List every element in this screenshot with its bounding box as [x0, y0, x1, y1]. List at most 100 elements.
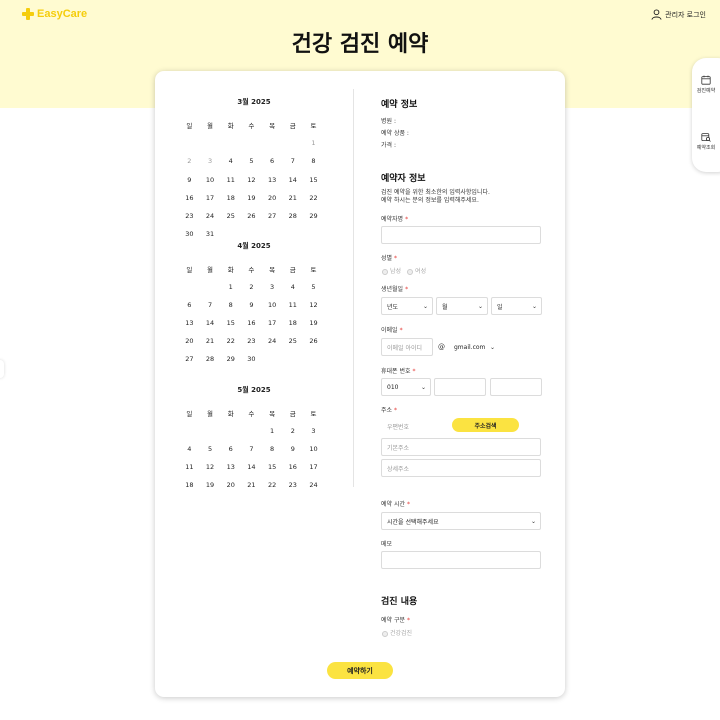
calendar-day[interactable]: 3 [303, 427, 324, 435]
calendar-day[interactable]: 22 [303, 194, 324, 202]
calendar-day[interactable]: 21 [241, 481, 262, 489]
calendar-day[interactable]: 23 [241, 337, 262, 345]
calendar-day[interactable]: 23 [179, 212, 200, 220]
calendar-day[interactable] [200, 283, 221, 291]
memo-input[interactable] [381, 551, 541, 569]
calendar-day[interactable]: 14 [282, 176, 303, 184]
calendar-day[interactable] [282, 139, 303, 147]
calendar-day[interactable] [200, 427, 221, 435]
calendar-day[interactable] [179, 427, 200, 435]
calendar-day[interactable]: 13 [262, 176, 283, 184]
calendar-day[interactable]: 12 [303, 301, 324, 309]
calendar-day[interactable]: 12 [200, 463, 221, 471]
calendar-day[interactable]: 14 [200, 319, 221, 327]
calendar-day[interactable]: 28 [200, 355, 221, 363]
calendar-day[interactable]: 18 [179, 481, 200, 489]
calendar-day[interactable]: 15 [220, 319, 241, 327]
detail-address-input[interactable]: 상세주소 [381, 459, 541, 477]
calendar-day[interactable]: 20 [179, 337, 200, 345]
email-domain-select[interactable]: gmail.com ⌄ [448, 338, 500, 356]
calendar-day[interactable] [303, 230, 324, 238]
phone-prefix-select[interactable]: 010 ⌄ [381, 378, 431, 396]
calendar-day[interactable]: 11 [179, 463, 200, 471]
calendar-day[interactable]: 15 [303, 176, 324, 184]
calendar-day[interactable]: 9 [241, 301, 262, 309]
calendar-day[interactable]: 13 [220, 463, 241, 471]
calendar-day[interactable]: 19 [303, 319, 324, 327]
phone-middle-input[interactable] [434, 378, 486, 396]
side-item-inquiry[interactable]: 예약조회 [692, 132, 720, 151]
calendar-day[interactable]: 20 [262, 194, 283, 202]
calendar-day[interactable]: 16 [179, 194, 200, 202]
calendar-day[interactable] [179, 139, 200, 147]
calendar-day[interactable]: 16 [282, 463, 303, 471]
calendar-day[interactable]: 25 [220, 212, 241, 220]
time-select[interactable]: 시간을 선택해주세요 ⌄ [381, 512, 541, 530]
calendar-day[interactable]: 17 [262, 319, 283, 327]
calendar-day[interactable]: 24 [262, 337, 283, 345]
base-address-input[interactable]: 기본주소 [381, 438, 541, 456]
calendar-day[interactable]: 10 [200, 176, 221, 184]
calendar-day[interactable]: 15 [262, 463, 283, 471]
logo[interactable]: EasyCare [22, 8, 87, 20]
calendar-day[interactable] [262, 230, 283, 238]
zipcode-input[interactable]: 우편번호 [381, 417, 449, 435]
calendar-day[interactable]: 26 [241, 212, 262, 220]
calendar-day[interactable]: 24 [303, 481, 324, 489]
calendar-day[interactable]: 8 [262, 445, 283, 453]
calendar-day[interactable] [262, 355, 283, 363]
birth-month-select[interactable]: 월 ⌄ [436, 297, 488, 315]
calendar-day[interactable]: 23 [282, 481, 303, 489]
calendar-day[interactable]: 12 [241, 176, 262, 184]
calendar-day[interactable]: 14 [241, 463, 262, 471]
calendar-day[interactable] [262, 139, 283, 147]
calendar-day[interactable] [220, 427, 241, 435]
calendar-day[interactable]: 21 [200, 337, 221, 345]
checkup-type-option[interactable]: 건강검진 [382, 628, 412, 637]
address-search-button[interactable]: 주소검색 [452, 418, 519, 432]
submit-reservation-button[interactable]: 예약하기 [327, 662, 393, 679]
calendar-day[interactable]: 19 [200, 481, 221, 489]
calendar-day[interactable]: 29 [220, 355, 241, 363]
calendar-day[interactable]: 18 [282, 319, 303, 327]
admin-login-link[interactable]: 관리자 로그인 [651, 9, 706, 20]
calendar-day[interactable]: 25 [282, 337, 303, 345]
calendar-day[interactable] [220, 139, 241, 147]
calendar-day[interactable]: 7 [200, 301, 221, 309]
calendar-day[interactable]: 8 [303, 157, 324, 165]
calendar-day[interactable]: 4 [179, 445, 200, 453]
calendar-day[interactable]: 1 [220, 283, 241, 291]
calendar-day[interactable]: 5 [303, 283, 324, 291]
calendar-day[interactable]: 10 [303, 445, 324, 453]
birth-year-select[interactable]: 년도 ⌄ [381, 297, 433, 315]
calendar-day[interactable]: 4 [220, 157, 241, 165]
calendar-day[interactable]: 17 [200, 194, 221, 202]
calendar-day[interactable]: 2 [282, 427, 303, 435]
calendar-day[interactable]: 16 [241, 319, 262, 327]
calendar-day[interactable]: 6 [179, 301, 200, 309]
calendar-day[interactable]: 18 [220, 194, 241, 202]
calendar-day[interactable]: 27 [262, 212, 283, 220]
calendar-day[interactable]: 13 [179, 319, 200, 327]
calendar-day[interactable]: 7 [282, 157, 303, 165]
calendar-day[interactable] [282, 230, 303, 238]
calendar-day[interactable]: 22 [220, 337, 241, 345]
calendar-day[interactable]: 17 [303, 463, 324, 471]
calendar-day[interactable]: 22 [262, 481, 283, 489]
calendar-day[interactable]: 27 [179, 355, 200, 363]
calendar-day[interactable]: 7 [241, 445, 262, 453]
calendar-day[interactable]: 11 [282, 301, 303, 309]
calendar-day[interactable]: 5 [200, 445, 221, 453]
calendar-day[interactable] [282, 355, 303, 363]
calendar-day[interactable] [200, 139, 221, 147]
calendar-day[interactable]: 1 [262, 427, 283, 435]
calendar-day[interactable]: 26 [303, 337, 324, 345]
calendar-day[interactable]: 30 [179, 230, 200, 238]
calendar-day[interactable]: 10 [262, 301, 283, 309]
name-input[interactable] [381, 226, 541, 244]
calendar-day[interactable] [241, 230, 262, 238]
calendar-day[interactable]: 8 [220, 301, 241, 309]
calendar-day[interactable]: 28 [282, 212, 303, 220]
calendar-day[interactable]: 5 [241, 157, 262, 165]
calendar-day[interactable]: 20 [220, 481, 241, 489]
